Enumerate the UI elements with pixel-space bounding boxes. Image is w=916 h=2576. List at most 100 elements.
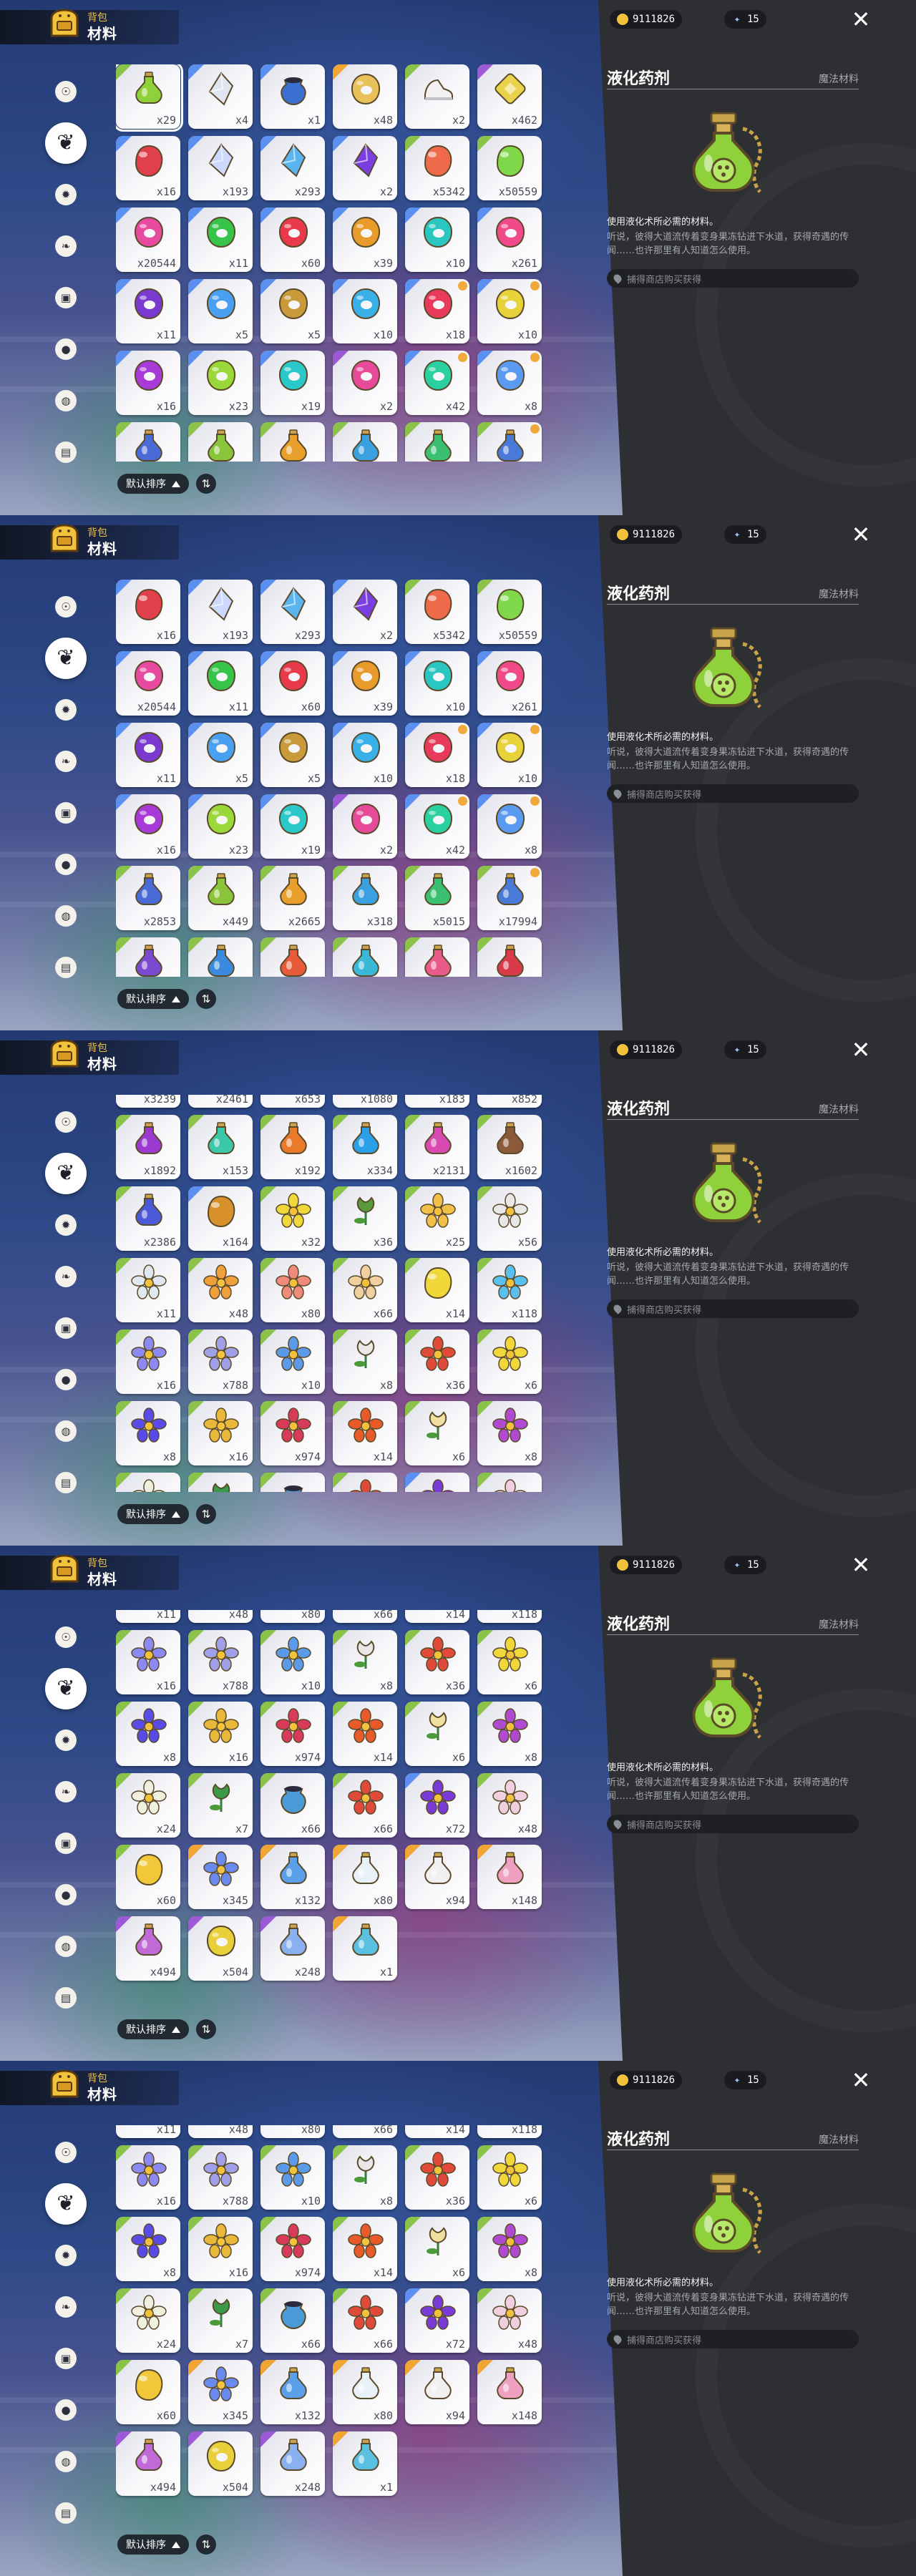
inventory-item[interactable]: x334 <box>333 1115 397 1179</box>
inventory-item[interactable]: x17994 <box>477 422 542 462</box>
sidebar-tab[interactable]: ◍ <box>44 1925 87 1968</box>
inventory-item[interactable]: x60 <box>260 651 325 716</box>
inventory-item[interactable]: x10 <box>260 1330 325 1394</box>
sidebar-tab[interactable]: ✹ <box>44 1204 87 1246</box>
inventory-item[interactable]: x29 <box>116 64 183 132</box>
inventory-item[interactable]: x653 <box>260 1095 325 1108</box>
inventory-item[interactable]: x2 <box>333 351 397 415</box>
inventory-item[interactable]: x318 <box>333 866 397 930</box>
inventory-item[interactable]: x60 <box>260 208 325 272</box>
inventory-item[interactable]: x11 <box>188 208 253 272</box>
sort-dropdown[interactable]: 默认排序 <box>117 989 189 1009</box>
inventory-item[interactable]: x18 <box>405 723 469 787</box>
inventory-item[interactable]: x3239 <box>116 1095 180 1108</box>
inventory-item[interactable]: x118 <box>477 1258 542 1322</box>
sidebar-tab[interactable]: ☉ <box>44 585 87 628</box>
sidebar-tab[interactable]: ◍ <box>44 1410 87 1453</box>
sidebar-tab[interactable]: ▤ <box>44 946 87 989</box>
inventory-item[interactable]: x5342 <box>405 580 469 644</box>
inventory-item[interactable]: x504 <box>188 1916 253 1981</box>
inventory-item[interactable]: x36 <box>405 1630 469 1694</box>
inventory-item[interactable]: x60 <box>116 2360 180 2424</box>
sidebar-tab[interactable]: ☉ <box>44 1101 87 1143</box>
inventory-item[interactable]: x16 <box>188 2217 253 2281</box>
inventory-item[interactable]: x10 <box>333 723 397 787</box>
sidebar-tab[interactable]: ● <box>44 1873 87 1916</box>
inventory-item[interactable]: x48 <box>188 1258 253 1322</box>
inventory-item[interactable]: x8 <box>333 1330 397 1394</box>
inventory-item[interactable]: x10 <box>260 2145 325 2210</box>
inventory-item[interactable]: x345 <box>188 2360 253 2424</box>
inventory-item[interactable]: x5342 <box>405 136 469 200</box>
inventory-item[interactable]: x39 <box>333 651 397 716</box>
inventory-item[interactable]: x19 <box>260 351 325 415</box>
sidebar-tab[interactable]: ◍ <box>44 894 87 937</box>
sort-order-button[interactable]: ⇅ <box>196 474 216 494</box>
inventory-item[interactable]: x16 <box>116 2145 180 2210</box>
inventory-item[interactable]: x2 <box>333 580 397 644</box>
inventory-item[interactable]: x318 <box>333 422 397 462</box>
inventory-item[interactable]: x10 <box>477 279 542 343</box>
inventory-item[interactable]: x48 <box>477 1773 542 1838</box>
sidebar-tab[interactable]: ● <box>44 328 87 371</box>
sort-dropdown[interactable]: 默认排序 <box>117 1504 189 1524</box>
inventory-item[interactable]: x94 <box>405 1845 469 1909</box>
inventory-item[interactable]: x42 <box>405 351 469 415</box>
inventory-item[interactable]: x2665 <box>260 866 325 930</box>
inventory-item[interactable]: x16 <box>116 1330 180 1394</box>
inventory-item[interactable]: x16 <box>188 1401 253 1465</box>
inventory-item[interactable]: x148 <box>477 2360 542 2424</box>
inventory-item[interactable]: x66 <box>333 2125 397 2138</box>
inventory-item[interactable]: x14 <box>405 2125 469 2138</box>
inventory-item[interactable]: x2 <box>333 794 397 859</box>
inventory-item[interactable]: x66 <box>333 2288 397 2353</box>
inventory-item[interactable]: x7 <box>188 1773 253 1838</box>
inventory-item[interactable]: x24 <box>116 1473 180 1492</box>
inventory-item[interactable]: x80 <box>260 1258 325 1322</box>
sidebar-tab[interactable]: ▣ <box>44 1822 87 1865</box>
inventory-item[interactable]: x6 <box>477 2145 542 2210</box>
inventory-item[interactable]: x50559 <box>477 136 542 200</box>
inventory-item[interactable]: x6 <box>405 2217 469 2281</box>
inventory-item[interactable]: x153 <box>188 1115 253 1179</box>
sidebar-tab[interactable]: ✹ <box>44 173 87 216</box>
close-button[interactable]: ✕ <box>849 1553 873 1577</box>
sidebar-tab[interactable]: ▣ <box>44 2337 87 2380</box>
inventory-item[interactable]: x2 <box>333 136 397 200</box>
inventory-item[interactable]: x118 <box>477 1610 542 1623</box>
sidebar-tab[interactable]: ✹ <box>44 688 87 731</box>
inventory-item[interactable]: x16 <box>188 1702 253 1766</box>
sidebar-tab[interactable]: ❧ <box>44 1770 87 1813</box>
inventory-item[interactable]: x293 <box>260 136 325 200</box>
inventory-item[interactable]: x1892 <box>116 1115 180 1179</box>
sidebar-tab[interactable]: ◍ <box>44 379 87 422</box>
inventory-item[interactable]: x50559 <box>477 580 542 644</box>
inventory-item[interactable]: x2 <box>405 64 469 129</box>
inventory-item[interactable]: x80 <box>260 1610 325 1623</box>
inventory-item[interactable]: x974 <box>260 2217 325 2281</box>
inventory-item[interactable]: x14 <box>333 1702 397 1766</box>
inventory-item[interactable]: x248 <box>260 1916 325 1981</box>
sidebar-tab[interactable]: ❧ <box>44 225 87 268</box>
inventory-item[interactable]: x1 <box>333 1916 397 1981</box>
sort-order-button[interactable]: ⇅ <box>196 2534 216 2555</box>
inventory-item[interactable]: x11 <box>116 723 180 787</box>
inventory-item[interactable]: x72 <box>405 2288 469 2353</box>
inventory-item[interactable]: x66 <box>260 2288 325 2353</box>
sort-dropdown[interactable]: 默认排序 <box>117 2019 189 2039</box>
inventory-item[interactable]: x16 <box>116 794 180 859</box>
inventory-item[interactable]: x72 <box>405 1473 469 1492</box>
inventory-item[interactable]: x24 <box>116 2288 180 2353</box>
close-button[interactable]: ✕ <box>849 522 873 547</box>
sidebar-tab[interactable]: ☉ <box>44 2131 87 2174</box>
inventory-item[interactable]: x66 <box>333 1610 397 1623</box>
sidebar-tab[interactable]: ☉ <box>44 1616 87 1659</box>
inventory-item[interactable]: x8 <box>477 1401 542 1465</box>
inventory-item[interactable]: x193 <box>188 136 253 200</box>
inventory-item[interactable]: x18 <box>405 279 469 343</box>
inventory-item[interactable]: x2853 <box>116 422 180 462</box>
inventory-item[interactable]: x974 <box>260 1401 325 1465</box>
inventory-item[interactable]: x66 <box>260 1773 325 1838</box>
inventory-item[interactable]: x11 <box>116 1258 180 1322</box>
inventory-item[interactable]: x23 <box>188 794 253 859</box>
